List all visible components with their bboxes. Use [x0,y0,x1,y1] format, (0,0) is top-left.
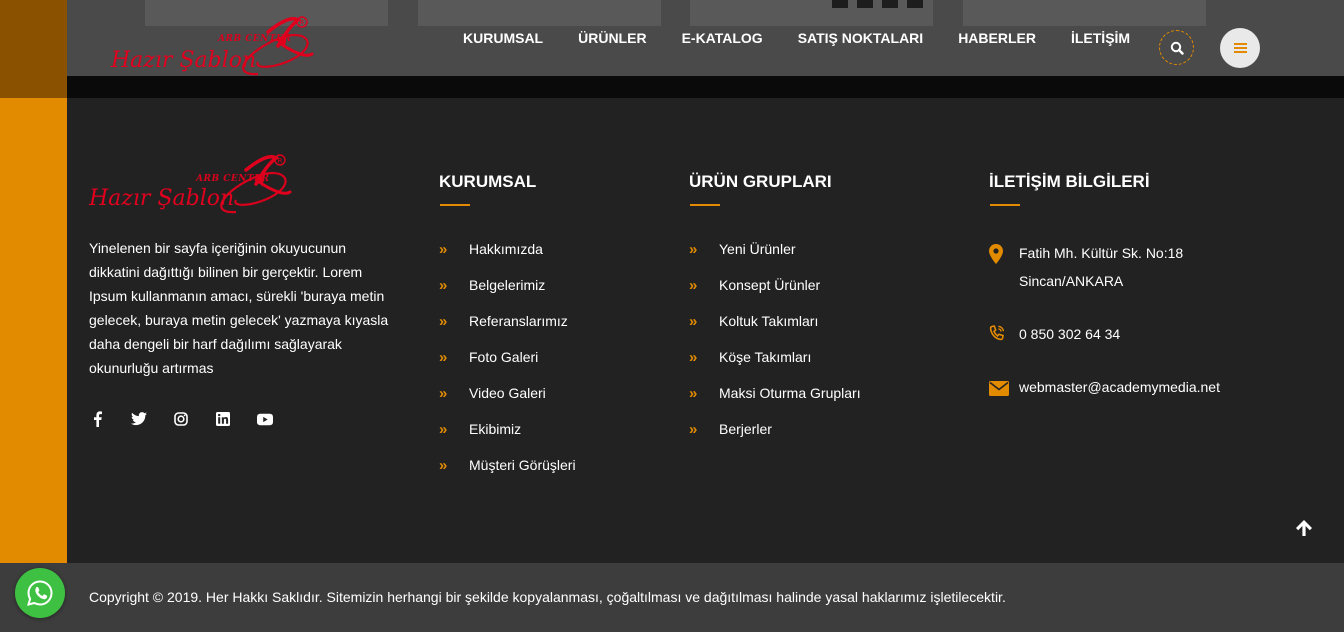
whatsapp-button[interactable] [15,568,65,618]
contact-phone: 0 850 302 64 34 [989,320,1120,348]
double-chevron-icon: » [689,240,698,258]
arrow-up-icon [1296,520,1312,536]
footer-contact-title: İLETİŞİM BİLGİLERİ [989,172,1150,191]
instagram-icon[interactable] [173,410,189,428]
list-item[interactable]: » Ekibimiz [439,411,576,447]
double-chevron-icon: » [689,348,698,366]
logo-main-text: Hazır Şablon [89,186,235,211]
double-chevron-icon: » [439,348,448,366]
double-chevron-icon: » [439,456,448,474]
copyright-text: Copyright © 2019. Her Hakkı Saklıdır. Si… [89,589,1006,605]
nav-urunler[interactable]: ÜRÜNLER [578,30,646,46]
hamburger-icon [1233,43,1247,53]
social-links [89,410,299,428]
double-chevron-icon: » [689,384,698,402]
contact-address: Fatih Mh. Kültür Sk. No:18 Sincan/ANKARA [989,239,1183,295]
facebook-icon[interactable] [89,410,105,428]
list-item[interactable]: » Köşe Takımları [689,339,861,375]
main-nav: KURUMSAL ÜRÜNLER E-KATALOG SATIŞ NOKTALA… [463,0,1165,76]
footer-description: Yinelenen bir sayfa içeriğinin okuyucunu… [89,240,389,376]
footer-product-groups-title: ÜRÜN GRUPLARI [689,172,832,191]
list-item[interactable]: » Yeni Ürünler [689,231,861,267]
footer-product-groups-links: » Yeni Ürünler » Konsept Ürünler » Koltuk T… [689,231,861,447]
double-chevron-icon: » [439,384,448,402]
search-icon [1170,41,1184,55]
double-chevron-icon: » [689,276,698,294]
email-address[interactable]: webmaster@academymedia.net [1019,373,1220,401]
address-line-1: Fatih Mh. Kültür Sk. No:18 [1019,245,1184,261]
youtube-icon[interactable] [257,410,273,428]
double-chevron-icon: » [689,420,698,438]
list-item[interactable]: » Foto Galeri [439,339,576,375]
linkedin-icon[interactable] [215,410,231,428]
list-item[interactable]: » Berjerler [689,411,861,447]
list-item[interactable]: » Konsept Ürünler [689,267,861,303]
double-chevron-icon: » [689,312,698,330]
double-chevron-icon: » [439,276,448,294]
left-accent-strip [0,98,67,563]
double-chevron-icon: » [439,240,448,258]
list-item[interactable]: » Koltuk Takımları [689,303,861,339]
twitter-icon[interactable] [131,410,147,428]
list-item[interactable]: » Belgelerimiz [439,267,576,303]
list-item[interactable]: » Hakkımızda [439,231,576,267]
contact-email: webmaster@academymedia.net [989,373,1220,401]
footer-corporate-title: KURUMSAL [439,172,537,191]
header-logo[interactable]: R ARB CENTER Hazır Şablon [108,12,318,84]
list-item[interactable]: » Referanslarımız [439,303,576,339]
title-underline [990,204,1020,206]
list-item[interactable]: » Maksi Oturma Grupları [689,375,861,411]
map-pin-icon [989,239,1019,295]
phone-icon [989,320,1019,348]
svg-text:R: R [300,19,305,27]
scroll-to-top-button[interactable] [1292,515,1316,541]
nav-kurumsal[interactable]: KURUMSAL [463,30,543,46]
title-underline [690,204,720,206]
nav-e-katalog[interactable]: E-KATALOG [682,30,763,46]
menu-button[interactable] [1220,28,1260,68]
nav-satis-noktalari[interactable]: SATIŞ NOKTALARI [798,30,923,46]
list-item[interactable]: » Müşteri Görüşleri [439,447,576,483]
footer-logo[interactable]: R ARB CENTER Hazır Şablon [86,150,296,222]
footer-corporate-links: » Hakkımızda » Belgelerimiz » Referanslarım… [439,231,576,483]
left-accent-strip-top [0,0,67,98]
list-item[interactable]: » Video Galeri [439,375,576,411]
svg-text:R: R [278,157,283,165]
envelope-icon [989,373,1019,401]
nav-iletisim[interactable]: İLETİŞİM [1071,30,1130,46]
double-chevron-icon: » [439,312,448,330]
logo-small-text: ARB CENTER [196,174,270,184]
logo-small-text: ARB CENTER [218,34,292,44]
whatsapp-icon [27,580,53,606]
double-chevron-icon: » [439,420,448,438]
search-button[interactable] [1159,30,1194,65]
nav-haberler[interactable]: HABERLER [958,30,1036,46]
phone-number[interactable]: 0 850 302 64 34 [1019,320,1120,348]
logo-main-text: Hazır Şablon [111,48,257,73]
address-line-2: Sincan/ANKARA [1019,273,1124,289]
title-underline [440,204,470,206]
